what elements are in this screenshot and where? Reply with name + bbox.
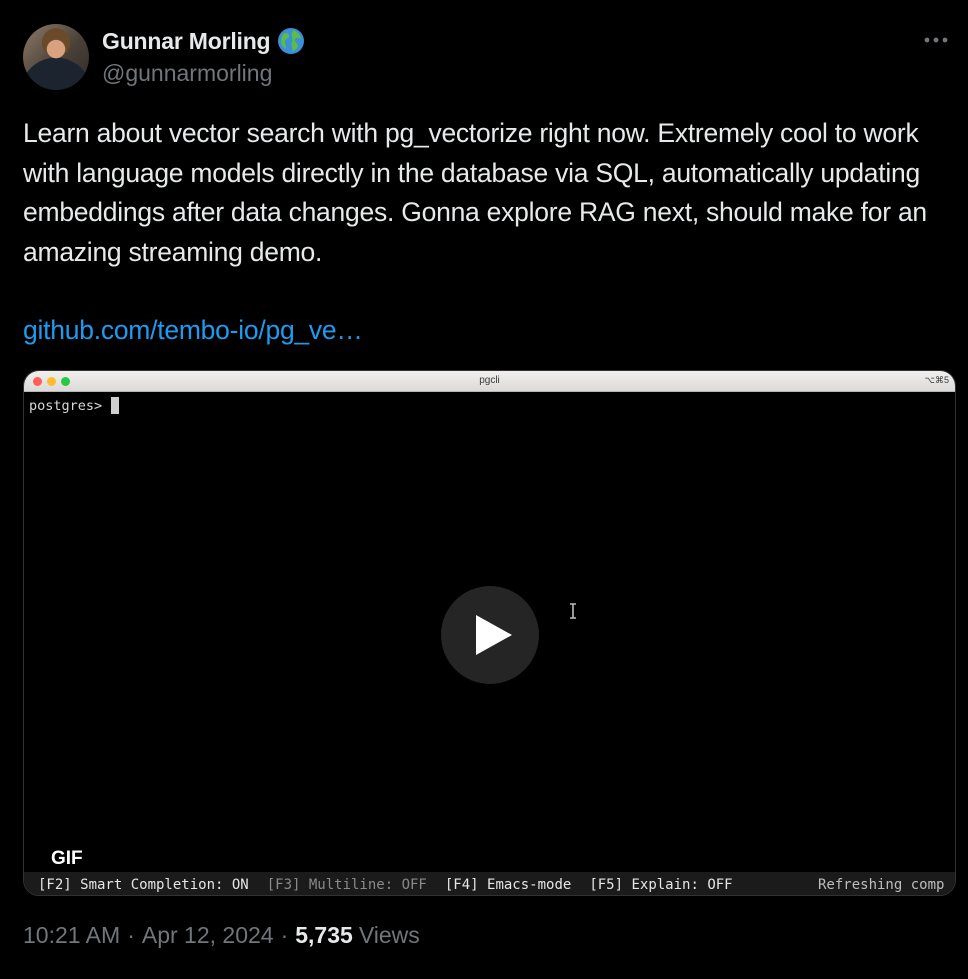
terminal-titlebar: pgcli ⌥⌘5 [24, 371, 955, 392]
media-gif[interactable]: pgcli ⌥⌘5 postgres> GIF [F2] Smart Compl… [23, 370, 956, 896]
avatar[interactable] [23, 24, 89, 90]
terminal-prompt-line: postgres> [29, 397, 120, 414]
play-button[interactable] [441, 586, 539, 684]
status-f2: [F2] Smart Completion: ON [38, 876, 249, 893]
separator: · [127, 922, 135, 948]
author-name-row: Gunnar Morling [102, 26, 306, 56]
separator: · [280, 922, 289, 948]
status-f4: [F4] Emacs-mode [444, 876, 572, 893]
views-label: Views [358, 922, 420, 948]
gif-badge: GIF [51, 848, 83, 869]
globe-icon [276, 26, 306, 56]
terminal-window-title: pgcli [479, 375, 500, 386]
views-count: 5,735 [295, 922, 353, 948]
ibeam-cursor-icon [570, 603, 576, 619]
terminal-window-shortcut: ⌥⌘5 [924, 375, 949, 385]
status-refreshing: Refreshing comp [818, 876, 945, 893]
tweet-time[interactable]: 10:21 AM [23, 922, 120, 949]
tweet-footer: 10:21 AM · Apr 12, 2024 · 5,735 Views [23, 922, 420, 949]
status-f5: [F5] Explain: OFF [589, 876, 733, 893]
more-icon[interactable] [922, 26, 950, 54]
terminal-cursor [111, 397, 120, 414]
status-f3: [F3] Multiline: OFF [266, 876, 427, 893]
terminal-prompt: postgres> [29, 397, 103, 414]
author-handle[interactable]: @gunnarmorling [102, 60, 272, 87]
play-icon [476, 615, 512, 655]
author-display-name[interactable]: Gunnar Morling [102, 28, 271, 55]
terminal-status-bar: [F2] Smart Completion: ON [F3] Multiline… [24, 872, 955, 895]
tweet-text: Learn about vector search with pg_vector… [23, 118, 927, 267]
tweet-link[interactable]: github.com/tembo-io/pg_ve… [23, 311, 363, 351]
tweet-date[interactable]: Apr 12, 2024 [142, 922, 274, 949]
